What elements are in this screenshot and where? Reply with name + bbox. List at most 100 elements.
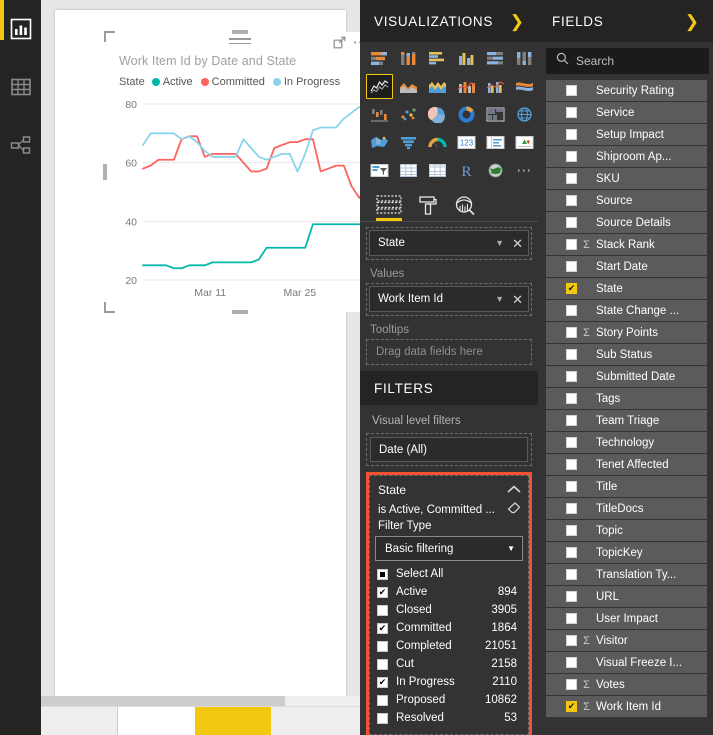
viz-funnel-chart[interactable]	[395, 130, 422, 155]
field-list-item[interactable]: Σ Stack Rank	[546, 234, 707, 256]
eraser-icon[interactable]	[507, 501, 521, 519]
field-checkbox[interactable]	[566, 371, 577, 382]
visual-drag-handle[interactable]	[229, 38, 251, 47]
canvas-horizontal-scrollbar[interactable]	[41, 696, 360, 706]
viz-gauge-chart[interactable]	[424, 130, 451, 155]
filter-checkbox[interactable]	[377, 658, 388, 670]
field-list-item[interactable]: ΣSKU	[546, 168, 707, 190]
field-list-item[interactable]: Σ Story Points	[546, 322, 707, 344]
field-list-item[interactable]: ΣSource Details	[546, 212, 707, 234]
filter-value-row[interactable]: Proposed 10862	[377, 691, 523, 709]
field-list-item[interactable]: ✔ΣState	[546, 278, 707, 300]
field-list-item[interactable]: ΣTenet Affected	[546, 454, 707, 476]
viz-area-chart[interactable]	[395, 74, 422, 99]
filter-value-row[interactable]: ✔ Active 894	[377, 583, 523, 601]
field-pill-work-item-id[interactable]: Work Item Id ▼ ✕	[369, 286, 529, 312]
tab-strip-middle[interactable]	[118, 707, 195, 735]
viz-clustered-column-chart[interactable]	[453, 46, 480, 71]
field-checkbox[interactable]	[566, 151, 577, 162]
viz-stacked-bar-chart[interactable]	[366, 46, 393, 71]
viz-donut-chart[interactable]	[453, 102, 480, 127]
filter-checkbox[interactable]	[377, 640, 388, 652]
chevron-right-icon[interactable]: ❯	[685, 13, 699, 30]
field-checkbox[interactable]	[566, 107, 577, 118]
field-list-item[interactable]: ΣTranslation Ty...	[546, 564, 707, 586]
field-list-item[interactable]: ΣVisual Freeze I...	[546, 652, 707, 674]
viz-scatter-chart[interactable]	[395, 102, 422, 127]
viz-clustered-bar-chart[interactable]	[424, 46, 451, 71]
page-tab-active[interactable]	[195, 707, 271, 735]
field-list-item[interactable]: ΣTags	[546, 388, 707, 410]
viz-treemap[interactable]	[482, 102, 509, 127]
tab-format[interactable]	[418, 195, 438, 221]
field-checkbox[interactable]	[566, 327, 577, 338]
well-legend[interactable]: State ▼ ✕	[366, 227, 532, 260]
filter-value-row[interactable]: Cut 2158	[377, 655, 523, 673]
field-list-item[interactable]: ΣTopic	[546, 520, 707, 542]
viz-line-and-stacked-column-chart[interactable]	[453, 74, 480, 99]
field-list-item[interactable]: ΣTechnology	[546, 432, 707, 454]
viz-filled-map[interactable]	[366, 130, 393, 155]
legend-item-committed[interactable]: Committed	[200, 76, 265, 88]
chevron-right-icon[interactable]: ❯	[510, 13, 524, 30]
filter-checkbox[interactable]: ✔	[377, 586, 388, 598]
tab-strip-left[interactable]	[41, 707, 118, 735]
well-values[interactable]: Work Item Id ▼ ✕	[366, 283, 532, 316]
field-list-item[interactable]: ΣSource	[546, 190, 707, 212]
viz-map[interactable]	[511, 102, 538, 127]
field-list-item[interactable]: ΣTopicKey	[546, 542, 707, 564]
field-checkbox[interactable]	[566, 635, 577, 646]
chart-plot-area[interactable]: 20 40 60 80 Mar 11 Mar 25	[105, 92, 360, 297]
viz-waterfall-chart[interactable]	[366, 102, 393, 127]
chevron-up-icon[interactable]	[507, 481, 521, 499]
field-checkbox[interactable]	[566, 349, 577, 360]
field-checkbox[interactable]	[566, 305, 577, 316]
filter-checkbox[interactable]: ✔	[377, 676, 388, 688]
viz-table[interactable]	[395, 158, 422, 183]
field-list-item[interactable]: ΣStart Date	[546, 256, 707, 278]
resize-handle-bottom[interactable]	[232, 310, 248, 314]
field-list-item[interactable]: ΣTeam Triage	[546, 410, 707, 432]
more-options-icon[interactable]: ⋯	[353, 35, 360, 50]
filter-value-row[interactable]: Completed 21051	[377, 637, 523, 655]
chevron-down-icon[interactable]: ▼	[495, 238, 504, 248]
scrollbar-thumb[interactable]	[41, 696, 285, 706]
focus-mode-icon[interactable]	[333, 36, 346, 49]
legend-item-in-progress[interactable]: In Progress	[272, 76, 340, 88]
sidebar-item-relationships-view[interactable]	[0, 116, 41, 174]
field-checkbox[interactable]	[566, 195, 577, 206]
viz-line-and-clustered-column-chart[interactable]	[482, 74, 509, 99]
tab-analytics[interactable]	[454, 195, 476, 221]
field-list-item[interactable]: ΣURL	[546, 586, 707, 608]
field-list-item[interactable]: ΣShiproom Ap...	[546, 146, 707, 168]
line-chart-visual[interactable]: ⋯ Work Item Id by Date and State State A…	[103, 30, 360, 314]
filter-checkbox[interactable]	[377, 712, 388, 724]
remove-field-icon[interactable]: ✕	[512, 293, 523, 306]
field-list-item[interactable]: ΣSecurity Rating	[546, 80, 707, 102]
field-list-item[interactable]: ΣTitle	[546, 476, 707, 498]
viz-more-visuals[interactable]: ⋯	[511, 158, 538, 183]
filter-value-row[interactable]: Select All	[377, 565, 523, 583]
viz-hundred-percent-stacked-bar-chart[interactable]	[482, 46, 509, 71]
chevron-down-icon[interactable]: ▼	[495, 294, 504, 304]
field-checkbox[interactable]	[566, 657, 577, 668]
filter-checkbox[interactable]	[377, 694, 388, 706]
filter-value-row[interactable]: ✔ In Progress 2110	[377, 673, 523, 691]
viz-hundred-percent-stacked-column-chart[interactable]	[511, 46, 538, 71]
field-list-item[interactable]: Σ Visitor	[546, 630, 707, 652]
viz-arcgis-maps[interactable]	[482, 158, 509, 183]
field-checkbox[interactable]	[566, 481, 577, 492]
field-list-item[interactable]: Σ Votes	[546, 674, 707, 696]
field-checkbox[interactable]	[566, 459, 577, 470]
remove-field-icon[interactable]: ✕	[512, 237, 523, 250]
filter-card-state[interactable]: State is Active, Committed ... Filter Ty…	[366, 472, 532, 735]
viz-stacked-area-chart[interactable]	[424, 74, 451, 99]
sidebar-item-report-view[interactable]	[0, 0, 41, 58]
filter-type-select[interactable]: Basic filtering ▼	[375, 536, 523, 561]
field-list-item[interactable]: ΣSub Status	[546, 344, 707, 366]
field-checkbox[interactable]	[566, 129, 577, 140]
field-checkbox[interactable]	[566, 569, 577, 580]
viz-matrix[interactable]	[424, 158, 451, 183]
field-list-item[interactable]: ΣTitleDocs	[546, 498, 707, 520]
field-checkbox[interactable]	[566, 525, 577, 536]
